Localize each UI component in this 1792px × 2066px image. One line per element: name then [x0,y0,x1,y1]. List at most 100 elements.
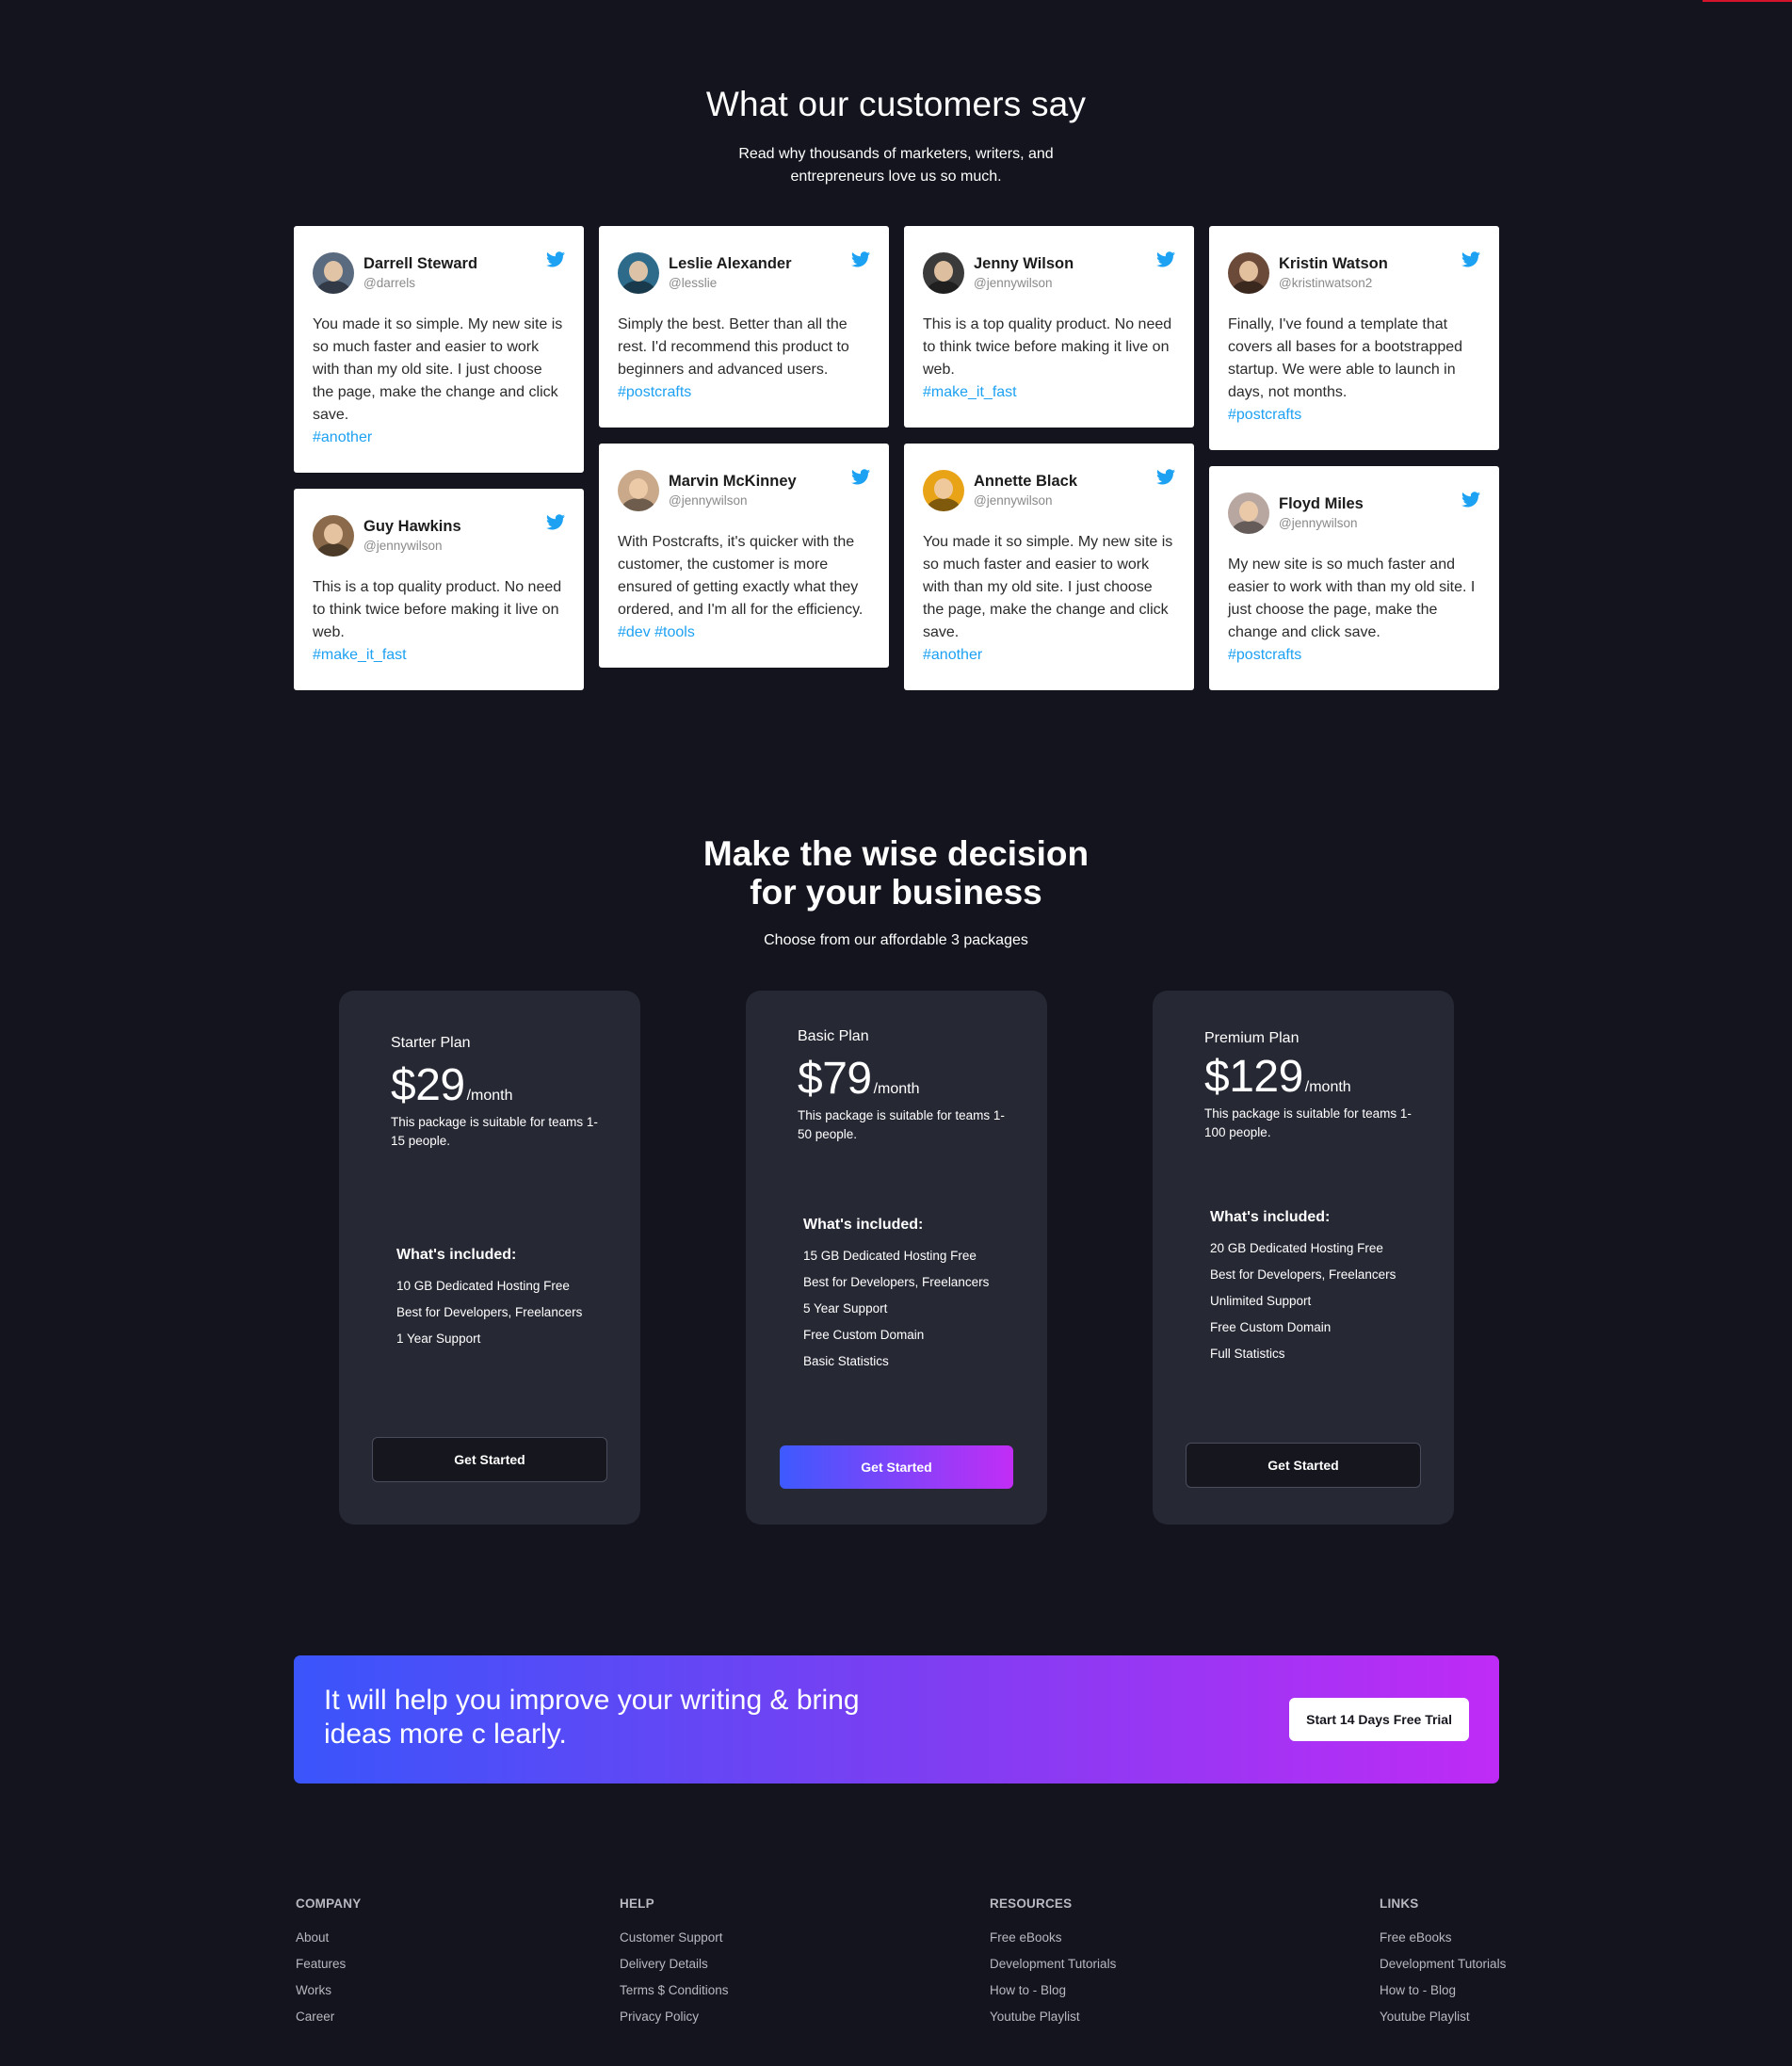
hashtag-link[interactable]: #postcrafts [1228,644,1480,667]
plan-price: $79 [798,1054,872,1104]
plan-name: Premium Plan [1204,1030,1300,1046]
pricing-card-starter: Starter Plan $29 /month This package is … [339,991,640,1525]
hashtag-link[interactable]: #another [923,644,1175,667]
avatar [313,252,354,294]
testimonial-card: Darrell Steward @darrels You made it so … [294,226,584,473]
author-name: Floyd Miles [1279,495,1364,512]
footer-link[interactable]: How to - Blog [1380,1977,1506,2004]
get-started-button[interactable]: Get Started [1186,1443,1421,1488]
testimonial-text: Simply the best. Better than all the res… [618,316,849,378]
footer-link[interactable]: Career [296,2004,361,2030]
testimonial-text: This is a top quality product. No need t… [923,316,1172,378]
footer-link[interactable]: Features [296,1951,361,1977]
hashtag-link[interactable]: #make_it_fast [313,644,565,667]
hashtag-link[interactable]: #postcrafts [1228,404,1480,427]
twitter-bird-icon[interactable] [546,514,565,530]
get-started-button[interactable]: Get Started [780,1445,1013,1489]
get-started-button[interactable]: Get Started [372,1437,607,1482]
footer-column-resources: RESOURCES Free eBooks Development Tutori… [990,1897,1116,2030]
avatar [923,252,964,294]
feature-item: 1 Year Support [396,1332,481,1346]
feature-item: Free Custom Domain [1210,1320,1332,1334]
author-handle[interactable]: @jennywilson [669,492,797,510]
testimonial-column-4: Kristin Watson @kristinwatson2 Finally, … [1209,226,1499,706]
footer-link[interactable]: Privacy Policy [620,2004,729,2030]
author-handle[interactable]: @darrels [363,274,477,293]
footer-heading: HELP [620,1897,654,1911]
testimonial-text: You made it so simple. My new site is so… [313,316,563,423]
cta-banner: It will help you improve your writing & … [294,1655,1499,1784]
footer-link[interactable]: Development Tutorials [990,1951,1116,1977]
author-handle[interactable]: @kristinwatson2 [1279,274,1388,293]
author-name: Leslie Alexander [669,255,792,272]
hashtag-link[interactable]: #dev #tools [618,621,870,644]
twitter-bird-icon[interactable] [546,251,565,267]
twitter-bird-icon[interactable] [851,469,870,485]
testimonial-column-3: Jenny Wilson @jennywilson This is a top … [904,226,1194,706]
author-handle[interactable]: @jennywilson [363,537,461,556]
footer-heading: RESOURCES [990,1897,1073,1911]
plan-price: $29 [391,1060,465,1110]
footer-link[interactable]: Free eBooks [1380,1925,1506,1951]
hashtag-link[interactable]: #another [313,427,565,449]
footer-link[interactable]: Youtube Playlist [990,2004,1116,2030]
plan-name: Basic Plan [798,1028,869,1044]
author-name: Guy Hawkins [363,518,461,535]
author-handle[interactable]: @lesslie [669,274,792,293]
testimonial-text: Finally, I've found a template that cove… [1228,316,1463,400]
avatar [1228,252,1269,294]
twitter-bird-icon[interactable] [851,251,870,267]
plan-description: This package is suitable for teams 1-15 … [391,1115,598,1148]
plan-period: /month [873,1081,920,1097]
hashtag-link[interactable]: #make_it_fast [923,381,1175,404]
footer-link[interactable]: Free eBooks [990,1925,1116,1951]
avatar [313,515,354,557]
plan-period: /month [466,1088,513,1104]
feature-item: Free Custom Domain [803,1328,925,1342]
testimonial-text: This is a top quality product. No need t… [313,579,562,640]
footer-link[interactable]: Works [296,1977,361,2004]
twitter-bird-icon[interactable] [1461,492,1480,508]
free-trial-button[interactable]: Start 14 Days Free Trial [1289,1698,1469,1741]
included-title: What's included: [803,1217,924,1233]
testimonial-text: You made it so simple. My new site is so… [923,534,1173,640]
feature-item: Best for Developers, Freelancers [396,1305,583,1319]
included-title: What's included: [396,1247,517,1263]
footer-link[interactable]: Terms $ Conditions [620,1977,729,2004]
pricing-card-premium: Premium Plan $129 /month This package is… [1153,991,1454,1525]
pricing-title-line-2: for your business [750,873,1042,912]
footer-link[interactable]: Customer Support [620,1925,729,1951]
testimonial-card: Kristin Watson @kristinwatson2 Finally, … [1209,226,1499,450]
feature-item: Best for Developers, Freelancers [803,1275,990,1289]
twitter-bird-icon[interactable] [1156,251,1175,267]
feature-item: 5 Year Support [803,1301,888,1315]
footer-column-help: HELP Customer Support Delivery Details T… [620,1897,729,2030]
testimonial-text: With Postcrafts, it's quicker with the c… [618,534,864,618]
pricing-card-basic: Basic Plan $79 /month This package is su… [746,991,1047,1525]
feature-item: Unlimited Support [1210,1294,1312,1308]
cta-text: It will help you improve your writing & … [324,1685,860,1750]
twitter-bird-icon[interactable] [1461,251,1480,267]
avatar [923,470,964,511]
testimonial-card: Marvin McKinney @jennywilson With Postcr… [599,444,889,668]
author-handle[interactable]: @jennywilson [974,274,1074,293]
pricing-title: Make the wise decision for your business [0,834,1792,912]
avatar [618,252,659,294]
twitter-bird-icon[interactable] [1156,469,1175,485]
plan-price: $129 [1204,1052,1303,1102]
hashtag-link[interactable]: #postcrafts [618,381,870,404]
footer-link[interactable]: Youtube Playlist [1380,2004,1506,2030]
footer-link[interactable]: How to - Blog [990,1977,1116,2004]
footer-column-links: LINKS Free eBooks Development Tutorials … [1380,1897,1506,2030]
feature-item: 10 GB Dedicated Hosting Free [396,1279,570,1293]
feature-item: 15 GB Dedicated Hosting Free [803,1249,977,1263]
testimonial-card: Jenny Wilson @jennywilson This is a top … [904,226,1194,428]
author-handle[interactable]: @jennywilson [974,492,1077,510]
footer-link[interactable]: Development Tutorials [1380,1951,1506,1977]
author-handle[interactable]: @jennywilson [1279,514,1364,533]
footer-link[interactable]: About [296,1925,361,1951]
author-name: Darrell Steward [363,255,478,272]
pricing-title-line-1: Make the wise decision [702,834,1090,873]
testimonial-card: Annette Black @jennywilson You made it s… [904,444,1194,690]
footer-link[interactable]: Delivery Details [620,1951,729,1977]
